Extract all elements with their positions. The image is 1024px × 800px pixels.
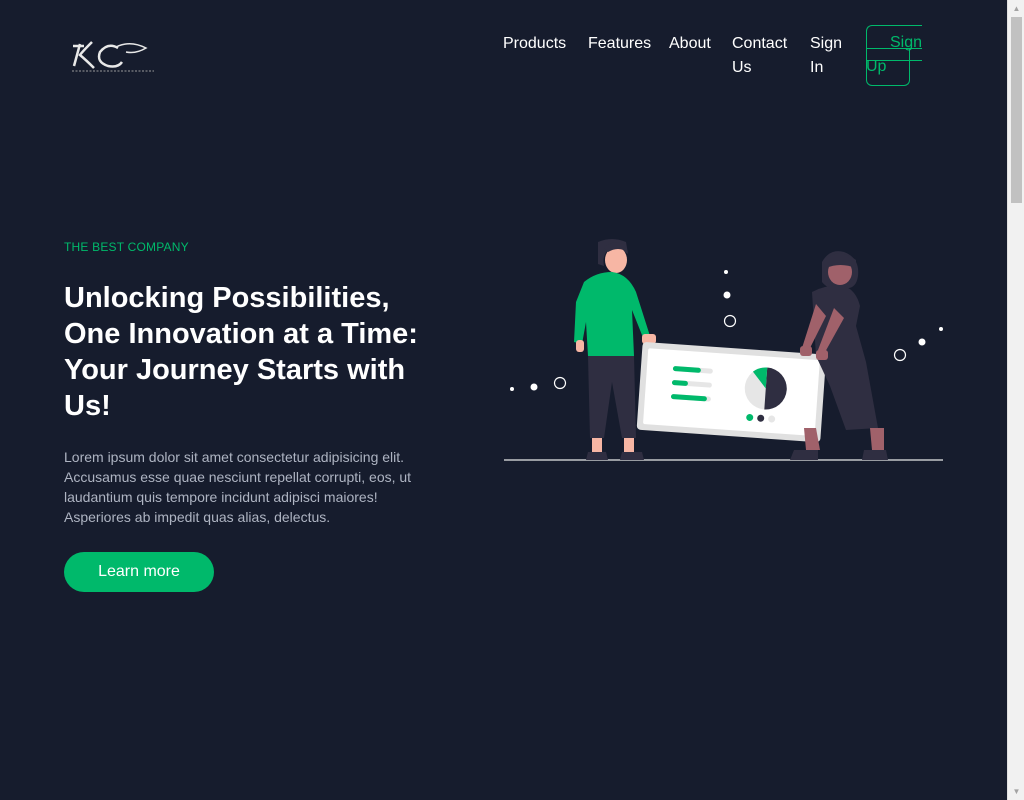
learn-more-button[interactable]: Learn more [64,552,214,592]
nav-signin-line1: Sign [810,35,843,52]
nav-contact-line1: Contact [732,35,788,52]
hero-illustration [500,232,946,466]
nav-contact-us[interactable]: Contact Us [732,32,787,80]
nav-contact-line2: Us [732,59,752,76]
scrollbar-thumb[interactable] [1011,17,1022,203]
sign-up-button[interactable]: Sign Up [866,25,922,86]
scroll-up-arrow-icon[interactable]: ▲ [1008,0,1024,17]
nav-about[interactable]: About [669,32,711,56]
hero-headline: Unlocking Possibilities, One Innovation … [64,282,418,422]
company-logo[interactable] [70,38,156,78]
hero-body: Lorem ipsum dolor sit amet consectetur a… [64,449,412,525]
hero-eyebrow: THE BEST COMPANY [64,240,189,254]
nav-features[interactable]: Features [588,32,651,56]
sign-up-line2: Up [866,58,887,75]
vertical-scrollbar[interactable]: ▲ ▼ [1007,0,1024,800]
nav-sign-in[interactable]: Sign In [810,32,842,80]
scroll-down-arrow-icon[interactable]: ▼ [1008,783,1024,800]
nav-features-label: Features [588,35,652,52]
nav-about-label: About [669,35,711,52]
nav-products[interactable]: Products [503,32,566,56]
sign-up-line1: Sign [890,34,923,51]
nav-products-label: Products [503,35,567,52]
nav-signin-line2: In [810,59,824,76]
